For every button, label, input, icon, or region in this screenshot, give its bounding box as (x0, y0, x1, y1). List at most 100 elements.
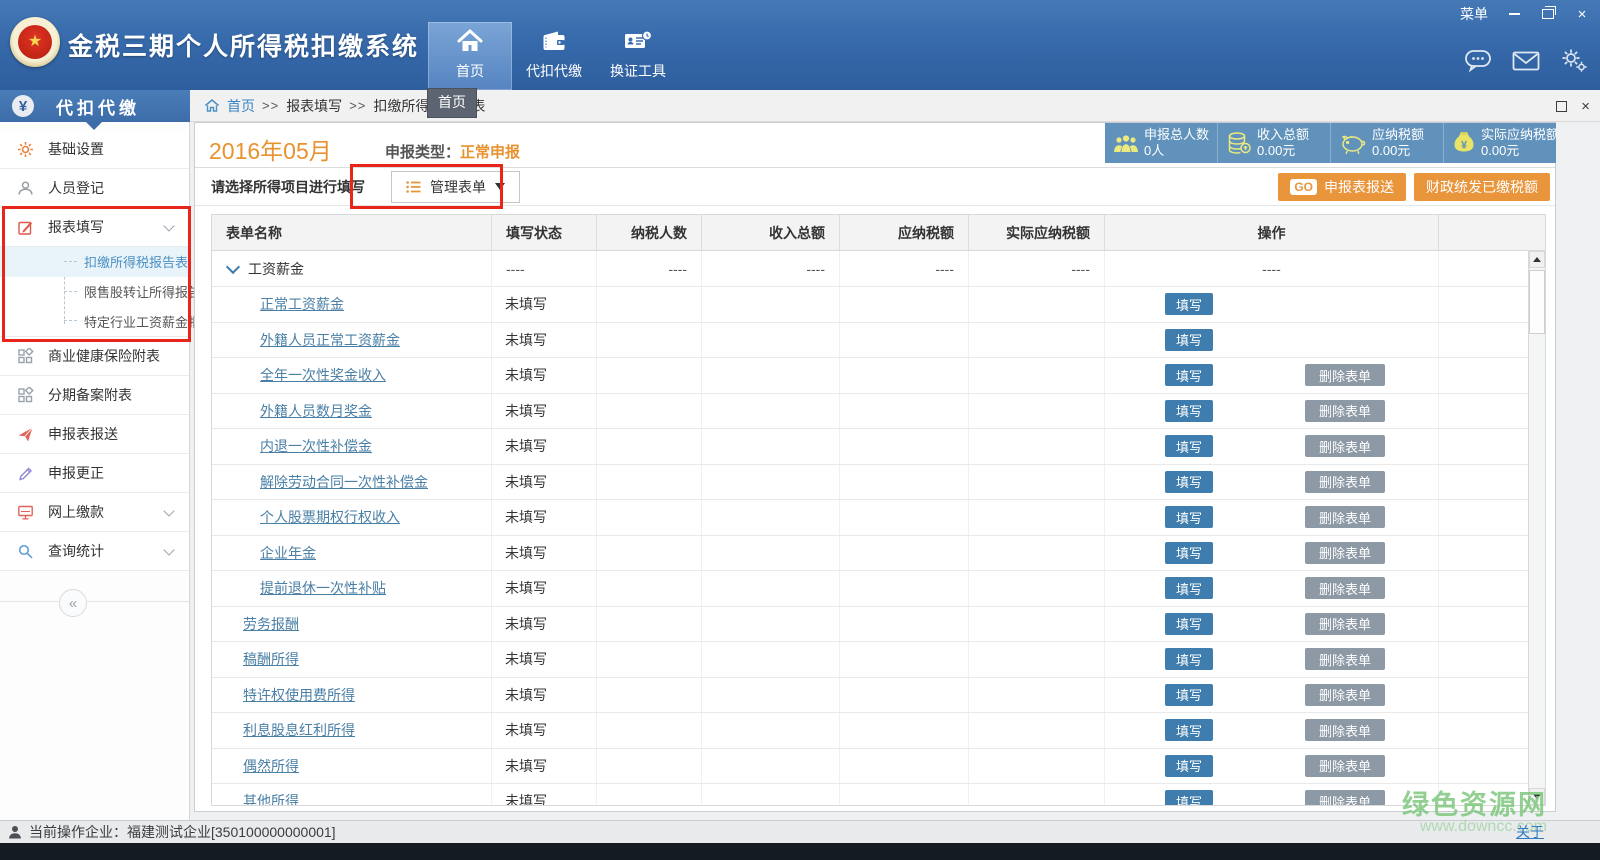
finance-paid-tax-button[interactable]: 财政统发已缴税额 (1414, 173, 1550, 201)
form-link[interactable]: 内退一次性补偿金 (260, 436, 372, 456)
delete-form-button[interactable]: 删除表单 (1305, 506, 1385, 528)
delete-form-button[interactable]: 删除表单 (1305, 790, 1385, 806)
about-link[interactable]: 关于 (1516, 822, 1544, 842)
sidebar-item-monitor-7[interactable]: 网上缴款 (0, 493, 189, 532)
restore-icon[interactable] (1540, 6, 1556, 22)
delete-form-button[interactable]: 删除表单 (1305, 364, 1385, 386)
nav-tab-label: 首页 (456, 61, 484, 81)
group-name-cell[interactable]: 工资薪金 (212, 251, 492, 287)
empty-cell (597, 607, 702, 642)
minimize-icon[interactable] (1506, 6, 1522, 22)
placeholder-dashes: ---- (506, 261, 525, 277)
form-link[interactable]: 解除劳动合同一次性补偿金 (260, 472, 428, 492)
sidebar-item-pen-2[interactable]: 报表填写 (0, 208, 189, 247)
fill-button[interactable]: 填写 (1165, 293, 1213, 315)
sidebar-item-grid-4[interactable]: 分期备案附表 (0, 376, 189, 415)
sidebar-item-search-8[interactable]: 查询统计 (0, 532, 189, 571)
table-row: 特许权使用费所得未填写填写删除表单 (212, 678, 1528, 714)
monitor-icon (16, 504, 35, 521)
delete-form-button[interactable]: 删除表单 (1305, 471, 1385, 493)
fill-button[interactable]: 填写 (1165, 329, 1213, 351)
maximize-frame-icon[interactable] (1556, 101, 1567, 112)
placeholder-dashes: ---- (1071, 261, 1090, 277)
fill-button[interactable]: 填写 (1165, 542, 1213, 564)
row-spacer (1439, 678, 1528, 713)
empty-cell (597, 571, 702, 606)
chevron-down-icon[interactable] (226, 260, 240, 274)
form-link[interactable]: 企业年金 (260, 543, 316, 563)
sidebar-subitem[interactable]: 限售股转让所得报告表 (0, 277, 189, 307)
breadcrumb-item[interactable]: 首页 (227, 96, 255, 116)
column-header: 表单名称 (212, 215, 492, 250)
mail-icon[interactable] (1512, 51, 1540, 71)
sidebar-item-grid-3[interactable]: 商业健康保险附表 (0, 337, 189, 376)
form-link[interactable]: 劳务报酬 (243, 614, 299, 634)
fill-button[interactable]: 填写 (1165, 613, 1213, 635)
sidebar-item-edit-6[interactable]: 申报更正 (0, 454, 189, 493)
fill-button[interactable]: 填写 (1165, 400, 1213, 422)
fill-button[interactable]: 填写 (1165, 648, 1213, 670)
fill-button[interactable]: 填写 (1165, 435, 1213, 457)
table-row: 企业年金未填写填写删除表单 (212, 536, 1528, 572)
delete-form-button[interactable]: 删除表单 (1305, 684, 1385, 706)
table-row: 外籍人员正常工资薪金未填写填写 (212, 323, 1528, 359)
sidebar-subitem[interactable]: 特定行业工资薪金报告表 (0, 306, 189, 336)
delete-form-button[interactable]: 删除表单 (1305, 613, 1385, 635)
submit-declaration-button[interactable]: GO 申报表报送 (1278, 173, 1406, 201)
sidebar-subitem[interactable]: 扣缴所得税报告表 (0, 247, 189, 277)
table-body: 工资薪金------------------------正常工资薪金未填写填写外… (212, 251, 1528, 805)
actions-cell: 填写 删除表单 (1105, 607, 1439, 642)
settings-icon[interactable] (1560, 48, 1588, 74)
status-text: 未填写 (492, 614, 547, 634)
placeholder-dashes: ---- (806, 261, 825, 277)
row-spacer (1439, 394, 1528, 429)
form-link[interactable]: 个人股票期权行权收入 (260, 507, 400, 527)
fill-button[interactable]: 填写 (1165, 364, 1213, 386)
manage-forms-button[interactable]: 管理表单 (391, 171, 520, 203)
fill-button[interactable]: 填写 (1165, 506, 1213, 528)
form-link[interactable]: 稿酬所得 (243, 649, 299, 669)
sidebar-item-person-1[interactable]: 人员登记 (0, 169, 189, 208)
empty-cell (702, 571, 840, 606)
sidebar-header-label: 代扣代缴 (56, 94, 140, 119)
fill-button[interactable]: 填写 (1165, 790, 1213, 806)
nav-tab-idcard[interactable]: 换证工具 (596, 22, 680, 90)
scrollbar-thumb[interactable] (1529, 270, 1545, 334)
status-text: 未填写 (492, 294, 547, 314)
sidebar-item-send-5[interactable]: 申报表报送 (0, 415, 189, 454)
form-link[interactable]: 全年一次性奖金收入 (260, 365, 386, 385)
sidebar-item-gear-0[interactable]: 基础设置 (0, 130, 189, 169)
form-link[interactable]: 外籍人员数月奖金 (260, 401, 372, 421)
form-link[interactable]: 外籍人员正常工资薪金 (260, 330, 400, 350)
scroll-down-icon[interactable] (1529, 788, 1545, 805)
table-scrollbar[interactable] (1528, 251, 1545, 805)
fill-button[interactable]: 填写 (1165, 719, 1213, 741)
close-frame-icon[interactable]: × (1581, 99, 1590, 114)
delete-form-button[interactable]: 删除表单 (1305, 400, 1385, 422)
fill-button[interactable]: 填写 (1165, 471, 1213, 493)
collapse-sidebar-button[interactable]: « (59, 589, 87, 617)
delete-form-button[interactable]: 删除表单 (1305, 577, 1385, 599)
form-link[interactable]: 特许权使用费所得 (243, 685, 355, 705)
nav-tab-home[interactable]: 首页 (428, 22, 512, 90)
toolbar: 请选择所得项目进行填写 管理表单 GO 申报表报送 财政统发已缴税额 (195, 167, 1555, 206)
fill-button[interactable]: 填写 (1165, 577, 1213, 599)
form-link[interactable]: 正常工资薪金 (260, 294, 344, 314)
form-link[interactable]: 利息股息红利所得 (243, 720, 355, 740)
window-menu[interactable]: 菜单 (1460, 4, 1488, 24)
fill-button[interactable]: 填写 (1165, 755, 1213, 777)
fill-button[interactable]: 填写 (1165, 684, 1213, 706)
delete-form-button[interactable]: 删除表单 (1305, 719, 1385, 741)
chat-icon[interactable] (1464, 49, 1492, 73)
nav-tab-wallet[interactable]: 代扣代缴 (512, 22, 596, 90)
form-link[interactable]: 偶然所得 (243, 756, 299, 776)
form-link[interactable]: 其他所得 (243, 791, 299, 806)
row-spacer (1439, 358, 1528, 393)
delete-form-button[interactable]: 删除表单 (1305, 542, 1385, 564)
scroll-up-icon[interactable] (1529, 251, 1545, 268)
delete-form-button[interactable]: 删除表单 (1305, 648, 1385, 670)
delete-form-button[interactable]: 删除表单 (1305, 755, 1385, 777)
close-icon[interactable]: × (1574, 6, 1590, 22)
form-link[interactable]: 提前退休一次性补贴 (260, 578, 386, 598)
delete-form-button[interactable]: 删除表单 (1305, 435, 1385, 457)
